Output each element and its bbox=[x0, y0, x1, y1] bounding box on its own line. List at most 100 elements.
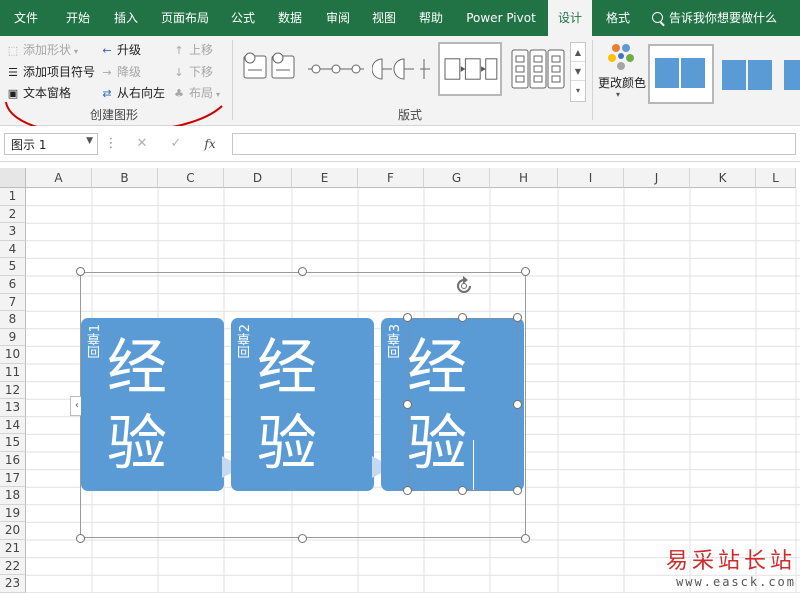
name-box-value: 图示 1 bbox=[11, 138, 47, 152]
row-header[interactable]: 19 bbox=[0, 504, 26, 523]
row-header[interactable]: 8 bbox=[0, 311, 26, 329]
scroll-down-icon[interactable]: ▼ bbox=[571, 62, 585, 81]
row-header[interactable]: 16 bbox=[0, 452, 26, 470]
resize-handle[interactable] bbox=[403, 400, 412, 409]
smartart-card-1[interactable]: 回章1 经验 bbox=[81, 318, 224, 491]
row-header[interactable]: 3 bbox=[0, 223, 26, 241]
tab-home[interactable]: 开始 bbox=[52, 0, 104, 36]
layout-option-2[interactable] bbox=[306, 44, 366, 94]
formula-bar: 图示 1 ▼ ⋮ ✕ ✓ fx bbox=[0, 126, 800, 162]
card-main-text: 经验 bbox=[257, 333, 317, 479]
row-header[interactable]: 20 bbox=[0, 522, 26, 540]
column-header[interactable]: B bbox=[92, 168, 158, 188]
row-header[interactable]: 21 bbox=[0, 540, 26, 558]
column-header[interactable]: I bbox=[558, 168, 624, 188]
tab-page-layout[interactable]: 页面布局 bbox=[150, 0, 220, 36]
resize-handle[interactable] bbox=[403, 313, 412, 322]
resize-handle[interactable] bbox=[298, 267, 307, 276]
row-header[interactable]: 11 bbox=[0, 364, 26, 382]
resize-handle[interactable] bbox=[513, 313, 522, 322]
card-main-text: 经验 bbox=[107, 333, 167, 479]
tab-view[interactable]: 视图 bbox=[362, 0, 406, 36]
row-header[interactable]: 23 bbox=[0, 575, 26, 593]
smartart-style-1[interactable] bbox=[648, 44, 714, 104]
insert-function-icon[interactable]: fx bbox=[198, 133, 222, 155]
shape-selection-box bbox=[408, 318, 518, 491]
card-side-label: 回章1 bbox=[88, 324, 103, 359]
site-watermark: 易采站长站 www.easck.com bbox=[666, 549, 796, 589]
column-header[interactable]: D bbox=[224, 168, 292, 188]
layout-option-3[interactable] bbox=[372, 44, 432, 94]
row-header[interactable]: 17 bbox=[0, 469, 26, 488]
row-header[interactable]: 6 bbox=[0, 276, 26, 294]
column-header[interactable]: F bbox=[358, 168, 424, 188]
smartart-style-2[interactable] bbox=[718, 44, 778, 104]
more-options-icon[interactable]: ⋮ bbox=[104, 133, 118, 155]
layouts-group-label: 版式 bbox=[398, 108, 423, 122]
layout-option-selected[interactable] bbox=[438, 42, 502, 96]
tell-me-box[interactable]: 告诉我你想要做什么 bbox=[652, 0, 777, 36]
row-header[interactable]: 15 bbox=[0, 434, 26, 452]
resize-handle[interactable] bbox=[298, 534, 307, 543]
tab-formulas[interactable]: 公式 bbox=[222, 0, 264, 36]
smartart-card-2[interactable]: 回章2 经验 bbox=[231, 318, 374, 491]
column-header[interactable]: J bbox=[624, 168, 690, 188]
smartart-style-3[interactable] bbox=[782, 44, 800, 104]
tab-file[interactable]: 文件 bbox=[0, 0, 52, 36]
change-colors-label: 更改颜色 bbox=[597, 76, 646, 90]
row-header[interactable]: 22 bbox=[0, 557, 26, 576]
column-header[interactable]: C bbox=[158, 168, 224, 188]
tab-review[interactable]: 审阅 bbox=[316, 0, 360, 36]
ribbon-tab-bar: 文件 开始 插入 页面布局 公式 数据 审阅 视图 帮助 Power Pivot… bbox=[0, 0, 800, 36]
row-header[interactable]: 10 bbox=[0, 346, 26, 364]
palette-icon bbox=[608, 44, 634, 70]
rotate-handle-icon[interactable] bbox=[452, 274, 476, 298]
tab-design[interactable]: 设计 bbox=[548, 0, 592, 36]
worksheet[interactable]: ABCDEFGHIJKL 1 2 3 4 5 6 7 8 9 10 11 12 13 14 15 16 17 18… bbox=[0, 168, 800, 593]
row-header[interactable]: 2 bbox=[0, 205, 26, 224]
row-header[interactable]: 5 bbox=[0, 258, 26, 276]
resize-handle[interactable] bbox=[513, 400, 522, 409]
row-header[interactable]: 7 bbox=[0, 293, 26, 312]
row-header[interactable]: 12 bbox=[0, 381, 26, 400]
row-header[interactable]: 14 bbox=[0, 416, 26, 435]
scroll-up-icon[interactable]: ▲ bbox=[571, 43, 585, 62]
change-colors-button[interactable]: 更改颜色 ▾ bbox=[596, 40, 646, 114]
watermark-url: www.easck.com bbox=[676, 575, 796, 589]
column-header[interactable]: L bbox=[756, 168, 796, 188]
search-icon bbox=[652, 12, 663, 23]
row-header[interactable]: 18 bbox=[0, 487, 26, 505]
resize-handle[interactable] bbox=[521, 267, 530, 276]
enter-icon[interactable]: ✓ bbox=[164, 133, 188, 155]
row-header[interactable]: 9 bbox=[0, 328, 26, 347]
formula-input[interactable] bbox=[232, 133, 796, 155]
tab-format[interactable]: 格式 bbox=[596, 0, 640, 36]
cancel-icon[interactable]: ✕ bbox=[130, 133, 154, 155]
name-box[interactable]: 图示 1 ▼ bbox=[4, 133, 98, 155]
row-header[interactable]: 4 bbox=[0, 240, 26, 259]
resize-handle[interactable] bbox=[76, 267, 85, 276]
tab-insert[interactable]: 插入 bbox=[104, 0, 148, 36]
resize-handle[interactable] bbox=[458, 313, 467, 322]
row-header[interactable]: 1 bbox=[0, 188, 26, 206]
resize-handle[interactable] bbox=[458, 486, 467, 495]
layout-option-5[interactable] bbox=[508, 44, 568, 94]
gallery-expand-icon[interactable]: ▾ bbox=[571, 81, 585, 100]
tab-power-pivot[interactable]: Power Pivot bbox=[458, 0, 544, 36]
tab-help[interactable]: 帮助 bbox=[408, 0, 454, 36]
row-header[interactable]: 13 bbox=[0, 399, 26, 417]
column-header[interactable]: K bbox=[690, 168, 756, 188]
column-header[interactable]: A bbox=[26, 168, 92, 188]
resize-handle[interactable] bbox=[76, 534, 85, 543]
column-header[interactable]: H bbox=[490, 168, 558, 188]
resize-handle[interactable] bbox=[521, 534, 530, 543]
chevron-down-icon: ▼ bbox=[86, 136, 93, 146]
column-header[interactable]: E bbox=[292, 168, 358, 188]
tell-me-text: 告诉我你想要做什么 bbox=[669, 11, 778, 25]
select-all-corner[interactable] bbox=[0, 168, 26, 188]
resize-handle[interactable] bbox=[513, 486, 522, 495]
layout-gallery-scroller[interactable]: ▲ ▼ ▾ bbox=[570, 42, 586, 102]
tab-data[interactable]: 数据 bbox=[266, 0, 314, 36]
resize-handle[interactable] bbox=[403, 486, 412, 495]
column-header[interactable]: G bbox=[424, 168, 490, 188]
